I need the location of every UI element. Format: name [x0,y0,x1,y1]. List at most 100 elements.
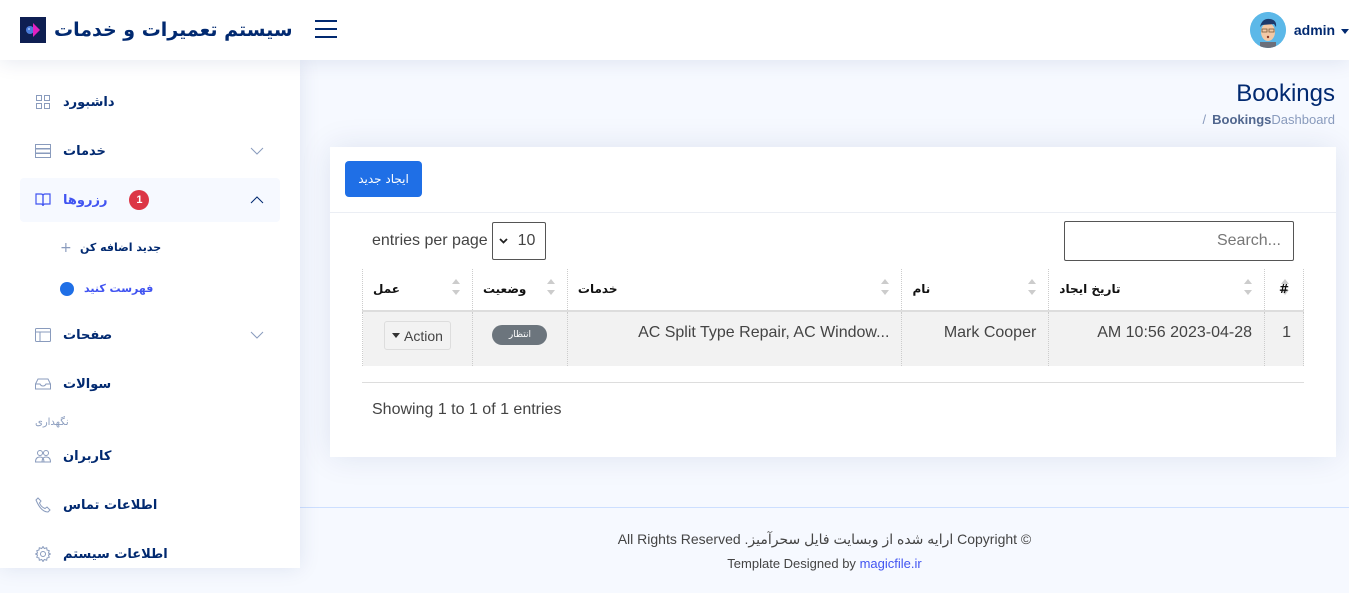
sort-icon [451,279,460,295]
sidebar-subitem-label: جدید اضافه کن [80,241,162,254]
sort-icon [1243,279,1252,295]
table-row: Action انتظار AC Split Type Repair, AC W… [362,311,1305,366]
bookings-table: عمل وضعیت خدمات نام تاریخ ایجاد # Action… [362,269,1305,366]
caret-down-icon [392,333,401,338]
column-label: # [1278,282,1289,296]
column-header-status[interactable]: وضعیت [471,269,568,312]
page-title-section: Bookings / BookingsDashboard [1203,80,1335,127]
app-title: سیستم تعمیرات و خدمات [54,19,293,41]
sidebar-item-label: رزروها [63,192,108,208]
column-header-name[interactable]: نام [901,269,1050,312]
sidebar-item-label: سوالات [63,376,112,392]
gear-icon [35,546,51,562]
notification-badge: 1 [129,190,150,210]
cell-action: Action [362,311,473,366]
sidebar-item-pages[interactable]: صفحات [20,313,280,357]
phone-icon [35,497,51,513]
cell-services: AC Split Type Repair, AC Window... [566,311,903,366]
column-header-index[interactable]: # [1263,269,1305,312]
table-info: Showing 1 to 1 of 1 entries [362,382,1304,419]
sort-icon [1028,279,1037,295]
action-label: Action [404,327,443,344]
sidebar: داشبورد خدمات رزروها 1 + جدید اضافه کن ف… [0,60,300,568]
sidebar-toggle-button[interactable] [315,20,337,40]
profile-dropdown[interactable]: admin [1249,12,1349,48]
sidebar-item-label: کاربران [63,448,112,464]
column-label: عمل [373,282,400,296]
create-new-button[interactable]: ایجاد جدید [345,161,422,197]
sidebar-item-label: صفحات [63,327,113,343]
sidebar-item-users[interactable]: کاربران [20,434,280,478]
caret-down-icon [1341,28,1349,34]
credits: Template Designed by magicfile.ir [300,556,1349,571]
status-badge: انتظار [492,325,548,345]
column-label: وضعیت [482,282,527,296]
bookings-card: ایجاد جدید entries per page 10 عمل [330,147,1336,457]
server-icon [35,143,51,159]
breadcrumb-home-link[interactable]: Dashboard [1271,112,1335,127]
breadcrumb: / BookingsDashboard [1203,112,1335,127]
credits-link[interactable]: magicfile.ir [860,556,922,571]
profile-name: admin [1294,22,1349,38]
circle-icon [60,281,74,296]
chevron-up-icon [249,192,265,208]
menu-line [315,20,337,22]
copyright-content: © Copyright ارایه شده از وبسایت فایل سحر… [617,531,1032,547]
people-icon [35,448,51,464]
sidebar-item-system-info[interactable]: اطلاعات سیستم [20,532,280,568]
cell-created: 2023-04-28 10:56 AM [1048,311,1265,366]
cell-status: انتظار [471,311,568,366]
grid-icon [35,94,51,110]
column-label: خدمات [577,282,618,296]
logo[interactable]: سیستم تعمیرات و خدمات [20,16,293,44]
book-icon [35,192,51,208]
menu-line [315,28,337,30]
sort-icon [546,279,555,295]
logo-icon [20,17,46,43]
sidebar-subitem-label: فهرست کنید [84,282,154,295]
column-header-created[interactable]: تاریخ ایجاد [1048,269,1265,312]
per-page-label: entries per page [372,232,488,249]
sidebar-item-questions[interactable]: سوالات [20,362,280,406]
sidebar-item-label: اطلاعات تماس [63,497,158,513]
copyright-text: © Copyright ارایه شده از وبسایت فایل سحر… [300,531,1349,548]
table-header-row: عمل وضعیت خدمات نام تاریخ ایجاد # [362,269,1305,312]
per-page-select[interactable]: 10 [491,222,546,260]
sidebar-item-label: اطلاعات سیستم [63,546,168,562]
breadcrumb-current: Bookings [1212,112,1272,127]
services-text: AC Split Type Repair, AC Window... [638,324,890,341]
per-page-control: entries per page 10 [372,222,546,260]
search-input[interactable] [1064,221,1294,261]
chevron-down-icon [249,327,265,343]
action-dropdown-button[interactable]: Action [384,321,451,350]
created-text: 2023-04-28 10:56 AM [1097,324,1252,341]
avatar [1249,12,1286,48]
sidebar-item-contact[interactable]: اطلاعات تماس [20,483,280,527]
sidebar-item-label: داشبورد [63,94,115,110]
plus-icon: + [60,239,72,256]
table-info-text: Showing 1 to 1 of 1 entries [372,401,562,418]
sidebar-subitem-add-new[interactable]: + جدید اضافه کن [20,227,280,268]
breadcrumb-separator: / [1202,112,1207,127]
column-header-services[interactable]: خدمات [566,269,903,312]
sidebar-item-services[interactable]: خدمات [20,129,280,173]
per-page-value: 10 [517,232,536,249]
column-header-action[interactable]: عمل [362,269,473,312]
cell-name: Mark Cooper [901,311,1050,366]
sidebar-section-heading: نگهداری [35,417,69,428]
sidebar-item-bookings[interactable]: رزروها 1 [20,178,280,222]
sidebar-subitem-list[interactable]: فهرست کنید [20,268,280,309]
footer: © Copyright ارایه شده از وبسایت فایل سحر… [300,507,1349,593]
column-label: نام [912,282,931,296]
cell-index: 1 [1263,311,1305,366]
credits-prefix: Template Designed by [727,556,856,571]
column-label: تاریخ ایجاد [1059,282,1121,296]
sidebar-item-label: خدمات [63,143,106,159]
sidebar-item-dashboard[interactable]: داشبورد [20,80,280,124]
menu-line [315,36,337,38]
top-header: سیستم تعمیرات و خدمات admin [0,0,1349,60]
layout-icon [35,327,51,343]
card-header: ایجاد جدید [330,147,1336,213]
sort-icon [881,279,890,295]
inbox-icon [35,376,51,392]
